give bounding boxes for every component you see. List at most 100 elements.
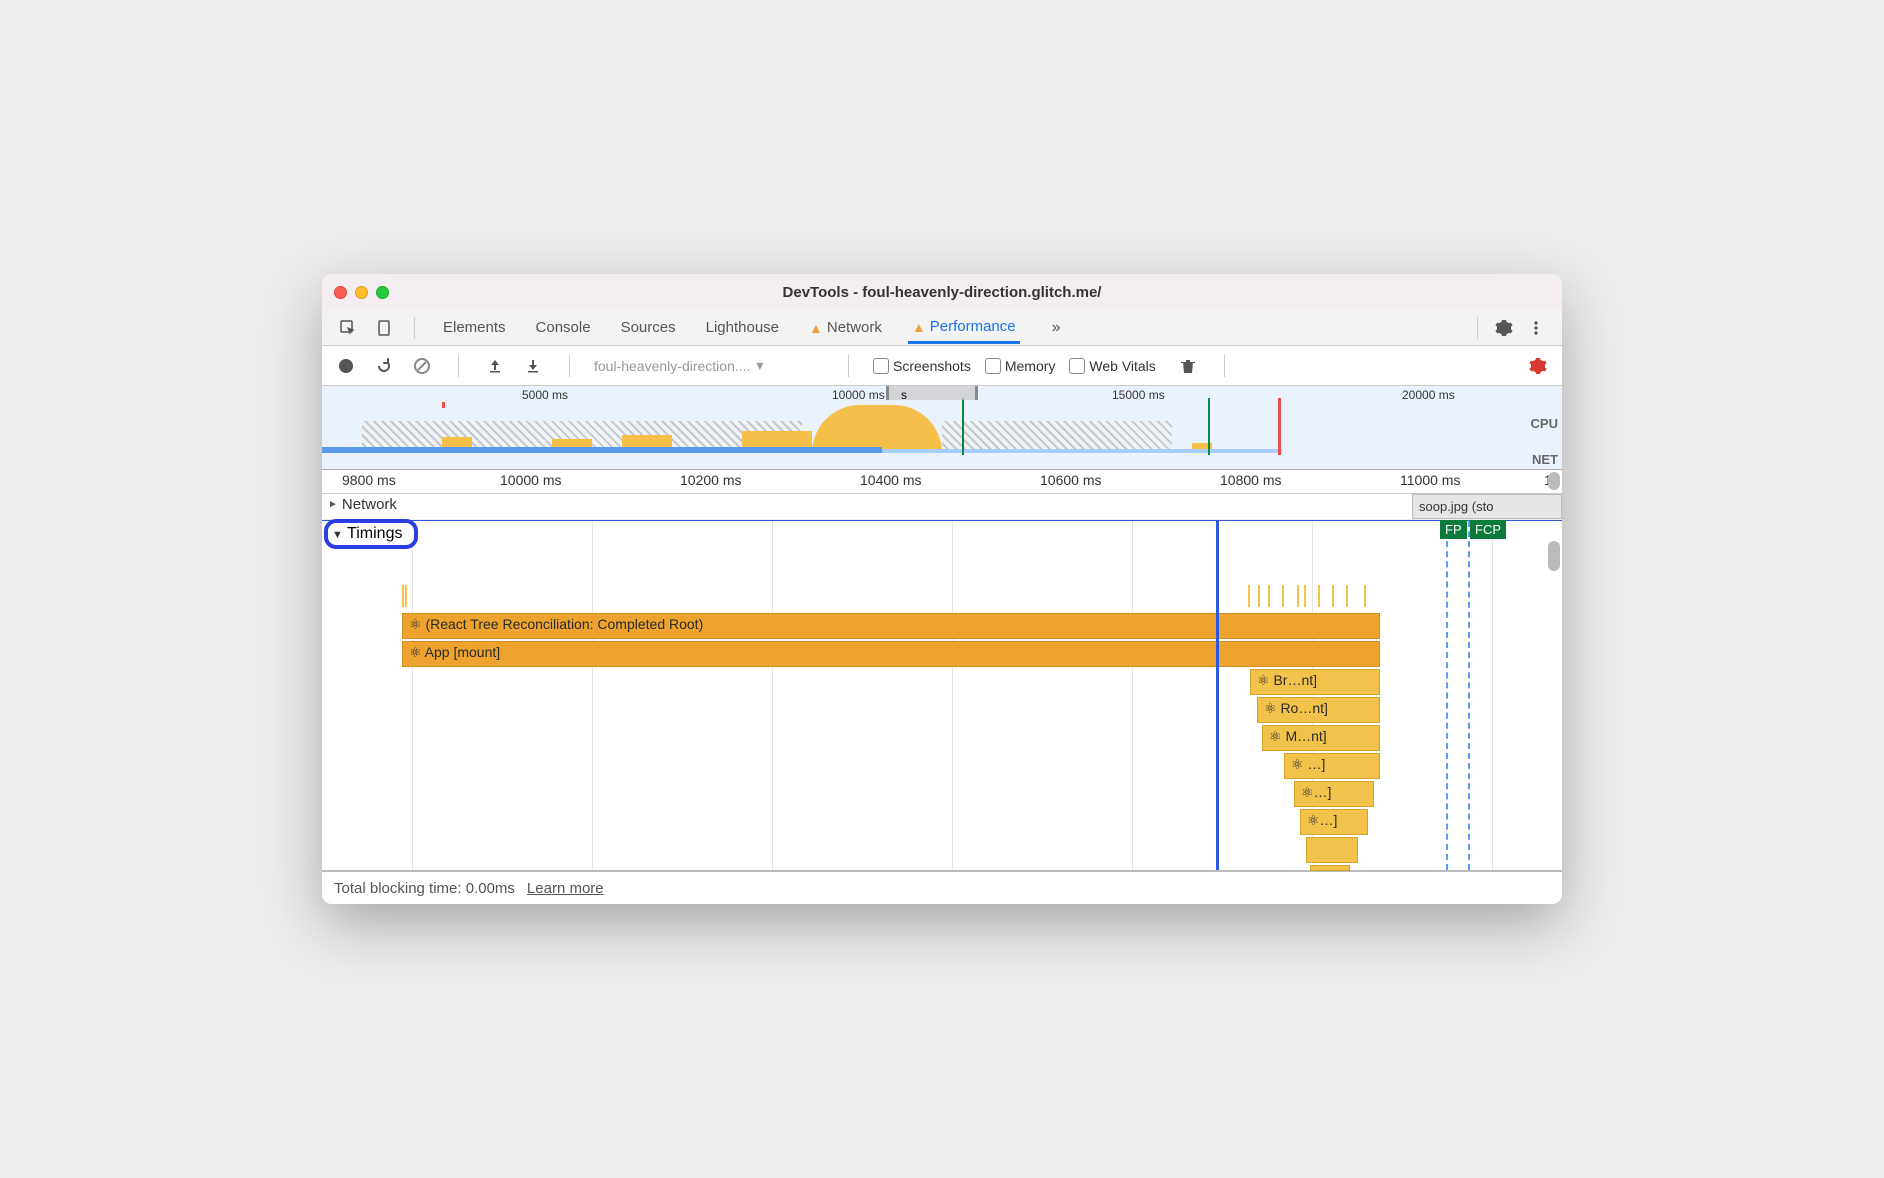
ruler-tick: 9800 ms xyxy=(342,472,396,488)
flame-entry[interactable]: ⚛…] xyxy=(1294,781,1374,807)
net-label: NET xyxy=(1532,452,1558,467)
record-button[interactable] xyxy=(334,354,358,378)
vertical-scrollbar-thumb[interactable] xyxy=(1548,541,1560,571)
tab-performance[interactable]: ▲Performance xyxy=(908,312,1020,344)
playhead[interactable] xyxy=(1216,521,1219,870)
inspect-element-icon[interactable] xyxy=(332,312,364,344)
tab-sources[interactable]: Sources xyxy=(617,313,680,342)
overview-marker xyxy=(442,402,445,408)
tab-lighthouse[interactable]: Lighthouse xyxy=(702,313,783,342)
timeline-overview[interactable]: 5000 ms 10000 ms 15000 ms 20000 ms s CPU… xyxy=(322,386,1562,470)
separator xyxy=(458,355,459,377)
timing-mark xyxy=(1332,585,1334,607)
separator xyxy=(569,355,570,377)
overview-selection[interactable]: s xyxy=(886,386,978,400)
minimize-window-icon[interactable] xyxy=(355,286,368,299)
profile-select-label: foul-heavenly-direction.... xyxy=(594,358,750,374)
network-lane-label: Network xyxy=(342,496,397,513)
overview-net-bar xyxy=(322,447,882,453)
flame-entry[interactable]: ⚛ M…nt] xyxy=(1262,725,1380,751)
more-tabs-icon[interactable]: » xyxy=(1052,319,1061,337)
flame-entry[interactable]: ⚛…] xyxy=(1300,809,1368,835)
timing-mark xyxy=(1364,585,1366,607)
close-window-icon[interactable] xyxy=(334,286,347,299)
learn-more-link[interactable]: Learn more xyxy=(527,880,604,897)
memory-label: Memory xyxy=(1005,358,1056,374)
cpu-label: CPU xyxy=(1531,416,1558,431)
timing-mark xyxy=(1268,585,1270,607)
reload-record-button[interactable] xyxy=(372,354,396,378)
trash-icon[interactable] xyxy=(1176,354,1200,378)
capture-settings-gear-icon[interactable] xyxy=(1526,354,1550,378)
separator xyxy=(1224,355,1225,377)
clear-button[interactable] xyxy=(410,354,434,378)
overview-marker xyxy=(1278,398,1281,455)
traffic-lights xyxy=(334,286,389,299)
flame-entry[interactable] xyxy=(1310,865,1350,871)
kebab-menu-icon[interactable] xyxy=(1520,312,1552,344)
tabbar-right xyxy=(1467,312,1552,344)
memory-checkbox[interactable]: Memory xyxy=(985,358,1056,374)
ruler-tick: 10400 ms xyxy=(860,472,921,488)
grid-line xyxy=(952,521,953,870)
fp-badge[interactable]: FP xyxy=(1440,520,1467,539)
grid-line xyxy=(1492,521,1493,870)
network-lane: ► Network soop.jpg (sto xyxy=(322,494,1562,520)
grid-line xyxy=(1132,521,1133,870)
window-title: DevTools - foul-heavenly-direction.glitc… xyxy=(783,284,1102,301)
webvitals-label: Web Vitals xyxy=(1089,358,1155,374)
grid-line xyxy=(772,521,773,870)
summary-bar: Total blocking time: 0.00ms Learn more xyxy=(322,870,1562,904)
fcp-badge[interactable]: FCP xyxy=(1470,520,1506,539)
flame-entry[interactable]: ⚛ (React Tree Reconciliation: Completed … xyxy=(402,613,1380,639)
tab-console[interactable]: Console xyxy=(532,313,595,342)
devtools-window: DevTools - foul-heavenly-direction.glitc… xyxy=(322,274,1562,904)
performance-toolbar: foul-heavenly-direction.... ▾ Screenshots… xyxy=(322,346,1562,386)
timing-mark xyxy=(1248,585,1250,607)
flame-chart[interactable]: ► Network soop.jpg (sto ▼ Timings xyxy=(322,494,1562,870)
ruler-tick: 10000 ms xyxy=(500,472,561,488)
overview-activity xyxy=(812,405,942,453)
tab-network[interactable]: ▲Network xyxy=(805,313,886,342)
device-toolbar-icon[interactable] xyxy=(368,312,400,344)
network-lane-toggle[interactable]: ► Network xyxy=(322,494,1562,515)
chevron-down-icon: ▾ xyxy=(756,357,763,374)
flame-entry[interactable] xyxy=(1306,837,1358,863)
tab-performance-label: Performance xyxy=(930,318,1016,335)
chevron-down-icon: ▼ xyxy=(332,529,343,541)
overview-tick: 5000 ms xyxy=(522,388,568,402)
warning-icon: ▲ xyxy=(912,319,926,335)
overview-tick: 10000 ms xyxy=(832,388,885,402)
chevron-right-icon: ► xyxy=(328,499,338,510)
download-profile-icon[interactable] xyxy=(521,354,545,378)
separator xyxy=(1477,317,1478,339)
timing-mark xyxy=(402,585,404,607)
screenshots-checkbox[interactable]: Screenshots xyxy=(873,358,971,374)
upload-profile-icon[interactable] xyxy=(483,354,507,378)
separator xyxy=(414,317,415,339)
fcp-marker-line xyxy=(1468,521,1470,870)
flame-entry[interactable]: ⚛ …] xyxy=(1284,753,1380,779)
flame-entry[interactable]: ⚛ Br…nt] xyxy=(1250,669,1380,695)
settings-gear-icon[interactable] xyxy=(1488,312,1520,344)
profile-select[interactable]: foul-heavenly-direction.... ▾ xyxy=(594,357,824,374)
timings-lane-toggle[interactable]: ▼ Timings xyxy=(324,519,418,549)
horizontal-scrollbar-thumb[interactable] xyxy=(1548,472,1560,490)
webvitals-checkbox[interactable]: Web Vitals xyxy=(1069,358,1155,374)
flame-entry[interactable]: ⚛ Ro…nt] xyxy=(1257,697,1380,723)
overview-tick: 20000 ms xyxy=(1402,388,1455,402)
overview-tick: 15000 ms xyxy=(1112,388,1165,402)
ruler-tick: 10600 ms xyxy=(1040,472,1101,488)
panel-tabbar: Elements Console Sources Lighthouse ▲Net… xyxy=(322,310,1562,346)
network-request-bar[interactable]: soop.jpg (sto xyxy=(1412,494,1562,519)
separator xyxy=(848,355,849,377)
timing-mark xyxy=(1297,585,1299,607)
grid-line xyxy=(412,521,413,870)
warning-icon: ▲ xyxy=(809,320,823,336)
time-ruler[interactable]: 9800 ms 10000 ms 10200 ms 10400 ms 10600… xyxy=(322,470,1562,494)
tab-elements[interactable]: Elements xyxy=(439,313,510,342)
ruler-tick: 10200 ms xyxy=(680,472,741,488)
maximize-window-icon[interactable] xyxy=(376,286,389,299)
overview-graph xyxy=(322,402,1520,453)
flame-entry[interactable]: ⚛ App [mount] xyxy=(402,641,1380,667)
